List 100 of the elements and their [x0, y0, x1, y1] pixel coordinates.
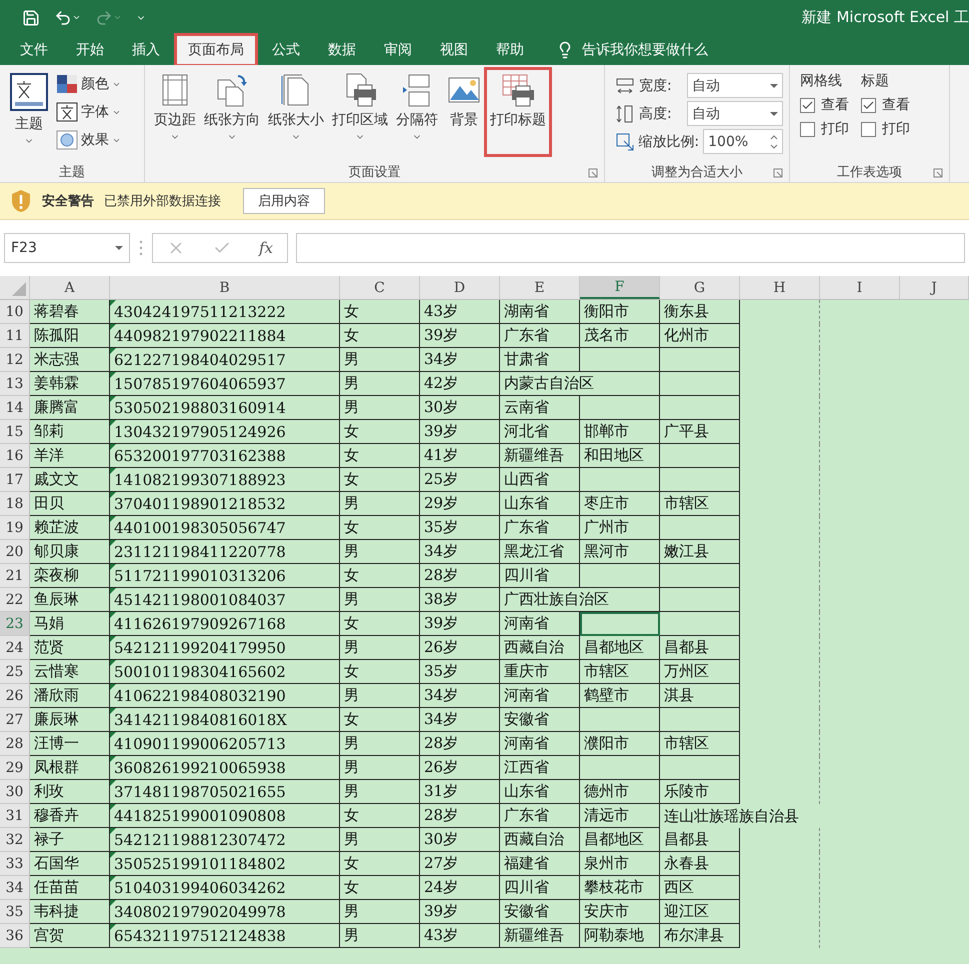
table-cell: 38岁 — [420, 588, 500, 612]
row-header[interactable]: 36 — [0, 924, 30, 948]
group-label: 页面设置 — [348, 164, 400, 181]
row-header[interactable]: 28 — [0, 732, 30, 756]
page-setup-button[interactable]: 纸张大小 — [265, 70, 327, 154]
ribbon-tab[interactable]: 公式 — [260, 35, 312, 65]
scale-spinner[interactable]: 100% — [703, 129, 783, 154]
table-cell: 泉州市 — [580, 852, 660, 876]
row-header[interactable]: 12 — [0, 348, 30, 372]
ribbon-tab[interactable]: 视图 — [428, 35, 480, 65]
size-dropdown[interactable]: 自动 — [687, 101, 783, 126]
row-header[interactable]: 21 — [0, 564, 30, 588]
row-header[interactable]: 24 — [0, 636, 30, 660]
table-cell: 451421198001084037 — [110, 588, 340, 612]
table-cell: 利玫 — [30, 780, 110, 804]
table-cell: 蒋碧春 — [30, 300, 110, 324]
page-setup-button[interactable]: 分隔符 — [393, 70, 441, 154]
row-header[interactable]: 20 — [0, 540, 30, 564]
option-checkbox[interactable]: 查看 — [861, 96, 910, 114]
row-header[interactable]: 13 — [0, 372, 30, 396]
insert-function-button[interactable]: fx — [258, 239, 273, 257]
page-setup-button[interactable]: 背景 — [443, 70, 485, 154]
enable-content-button[interactable]: 启用内容 — [243, 188, 325, 214]
table-cell: 26岁 — [420, 636, 500, 660]
dialog-launcher-icon[interactable] — [773, 168, 783, 178]
undo-button[interactable] — [54, 8, 81, 26]
table-cell: 昌都地区 — [580, 636, 660, 660]
option-checkbox[interactable]: 打印 — [861, 120, 910, 138]
size-dropdown[interactable]: 自动 — [687, 73, 783, 98]
column-header[interactable]: F — [580, 276, 660, 299]
checkbox[interactable] — [861, 122, 876, 136]
row-header[interactable]: 23 — [0, 612, 30, 636]
table-cell: 范贤 — [30, 636, 110, 660]
table-cell: 25岁 — [420, 468, 500, 492]
row-header[interactable]: 34 — [0, 876, 30, 900]
save-icon[interactable] — [22, 8, 40, 26]
width-icon — [615, 76, 635, 96]
row-header[interactable]: 26 — [0, 684, 30, 708]
table-cell: 廉腾富 — [30, 396, 110, 420]
row-header[interactable]: 32 — [0, 828, 30, 852]
table-cell: 濮阳市 — [580, 732, 660, 756]
ribbon-tab[interactable]: 帮助 — [484, 35, 536, 65]
tell-me-search[interactable]: 告诉我你想要做什么 — [550, 35, 714, 65]
table-cell: 653200197703162388 — [110, 444, 340, 468]
name-box[interactable]: F23 — [4, 233, 130, 263]
ribbon-tab[interactable]: 文件 — [8, 35, 60, 65]
row-header[interactable]: 27 — [0, 708, 30, 732]
ribbon-tab[interactable]: 开始 — [64, 35, 116, 65]
row-header[interactable]: 35 — [0, 900, 30, 924]
option-checkbox[interactable]: 查看 — [800, 96, 849, 114]
themes-button[interactable]: 主题 — [6, 70, 52, 154]
table-cell: 安庆市 — [580, 900, 660, 924]
row-header[interactable]: 30 — [0, 780, 30, 804]
checkbox[interactable] — [861, 98, 876, 112]
formula-input[interactable] — [296, 233, 965, 263]
table-cell: 河南省 — [500, 732, 580, 756]
table-cell: 34岁 — [420, 684, 500, 708]
table-cell: 411626197909267168 — [110, 612, 340, 636]
checkbox[interactable] — [800, 98, 815, 112]
table-cell: 任苗苗 — [30, 876, 110, 900]
ribbon-tab[interactable]: 数据 — [316, 35, 368, 65]
page-setup-button[interactable]: 页边距 — [151, 70, 199, 154]
page-setup-button[interactable]: 打印标题 — [487, 70, 549, 154]
row-header[interactable]: 22 — [0, 588, 30, 612]
row-header[interactable]: 33 — [0, 852, 30, 876]
checkbox[interactable] — [800, 122, 815, 136]
ribbon-tab[interactable]: 插入 — [120, 35, 172, 65]
table-cell: 女 — [340, 708, 420, 732]
dialog-launcher-icon[interactable] — [588, 168, 598, 178]
table-cell: 四川省 — [500, 564, 580, 588]
row-header[interactable]: 17 — [0, 468, 30, 492]
table-cell: 27岁 — [420, 852, 500, 876]
row-header[interactable]: 19 — [0, 516, 30, 540]
page-setup-button[interactable]: 打印区域 — [329, 70, 391, 154]
row-header[interactable]: 14 — [0, 396, 30, 420]
row-header[interactable]: 15 — [0, 420, 30, 444]
ribbon-tab[interactable]: 审阅 — [372, 35, 424, 65]
row-header[interactable]: 16 — [0, 444, 30, 468]
table-cell: 女 — [340, 300, 420, 324]
row-header[interactable]: 11 — [0, 324, 30, 348]
table-cell: 戚文文 — [30, 468, 110, 492]
select-all-icon[interactable] — [12, 282, 26, 296]
table-cell: 360826199210065938 — [110, 756, 340, 780]
row-header[interactable]: 31 — [0, 804, 30, 828]
table-cell: 男 — [340, 396, 420, 420]
theme-option-button[interactable]: 颜色 — [56, 72, 121, 96]
row-header[interactable]: 25 — [0, 660, 30, 684]
row-header[interactable]: 18 — [0, 492, 30, 516]
row-header[interactable]: 10 — [0, 300, 30, 324]
table-cell: 35岁 — [420, 516, 500, 540]
theme-option-button[interactable]: 效果 — [56, 128, 121, 152]
dialog-launcher-icon[interactable] — [933, 168, 943, 178]
height-icon — [615, 104, 635, 124]
ribbon-tab[interactable]: 页面布局 — [176, 35, 256, 65]
redo-button[interactable] — [95, 8, 122, 26]
page-setup-button[interactable]: 纸张方向 — [201, 70, 263, 154]
row-header[interactable]: 29 — [0, 756, 30, 780]
option-checkbox[interactable]: 打印 — [800, 120, 849, 138]
theme-option-button[interactable]: 字体 — [56, 100, 121, 124]
table-cell: 江西省 — [500, 756, 580, 780]
